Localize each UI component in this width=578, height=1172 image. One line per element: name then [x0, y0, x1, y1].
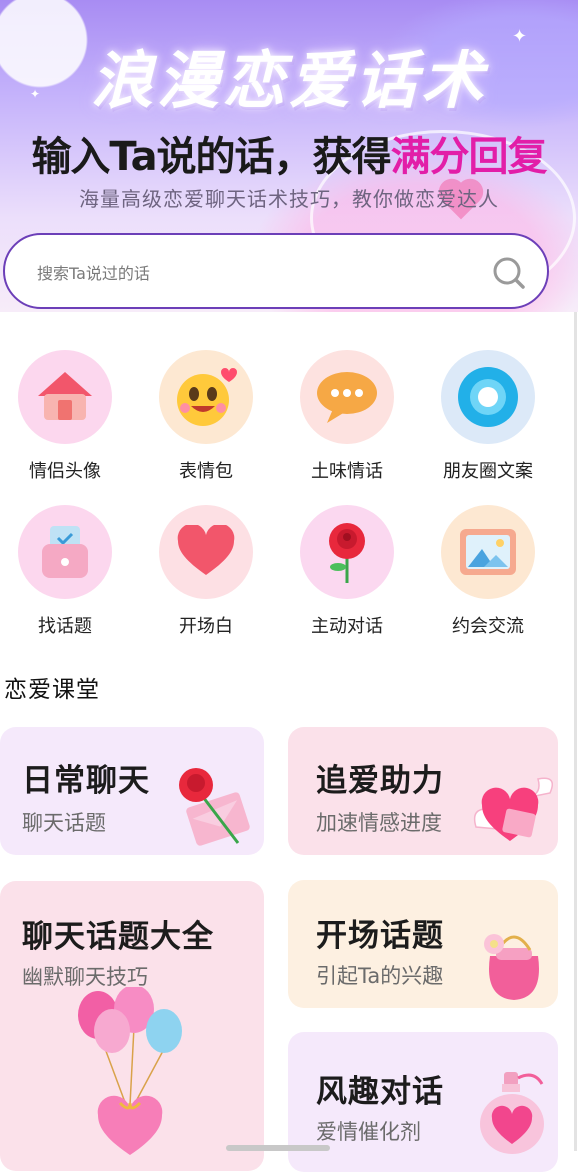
category-find-topics[interactable]: 找话题	[0, 505, 130, 645]
house-icon	[38, 372, 92, 420]
card-subtitle: 引起Ta的兴趣	[316, 964, 444, 988]
winged-heart-icon	[473, 777, 553, 841]
headline: 输入Ta说的话，获得满分回复	[0, 124, 578, 182]
category-date-conversation[interactable]: 约会交流	[423, 505, 553, 645]
icon-background	[159, 350, 253, 444]
rose-envelope-icon	[179, 768, 250, 846]
heart-balloons-icon	[78, 987, 182, 1155]
category-label: 约会交流	[452, 616, 524, 637]
heart-icon	[177, 525, 235, 575]
icon-background	[441, 505, 535, 599]
app-title: 浪漫恋爱话术	[90, 44, 487, 117]
category-moments-captions[interactable]: 朋友圈文案	[423, 350, 553, 490]
icon-background	[18, 350, 112, 444]
category-couple-avatar[interactable]: 情侣头像	[0, 350, 130, 490]
category-label: 土味情话	[311, 461, 383, 482]
camera-lens-icon	[458, 367, 518, 427]
category-label: 朋友圈文案	[443, 461, 533, 482]
card-subtitle: 爱情催化剂	[316, 1120, 421, 1144]
card-love-boost[interactable]: 追爱助力 加速情感进度	[288, 727, 558, 855]
search-input[interactable]	[35, 257, 479, 289]
icon-background	[159, 505, 253, 599]
headline-accent: 满分回复	[390, 134, 548, 180]
headline-main: 输入Ta说的话，获得	[31, 134, 391, 180]
hero-subtitle: 海量高级恋爱聊天话术技巧，教你做恋爱达人	[79, 187, 499, 211]
wallet-icon	[42, 526, 88, 578]
card-title: 开场话题	[316, 918, 444, 954]
card-title: 日常聊天	[22, 763, 150, 799]
card-title: 风趣对话	[316, 1074, 444, 1110]
category-cheesy-love-talk[interactable]: 土味情话	[282, 350, 412, 490]
card-subtitle: 加速情感进度	[316, 811, 442, 835]
card-title: 聊天话题大全	[22, 919, 214, 955]
card-title: 追爱助力	[316, 763, 444, 799]
card-opening-topics[interactable]: 开场话题 引起Ta的兴趣	[288, 880, 558, 1008]
home-indicator[interactable]	[226, 1145, 330, 1151]
scrollbar[interactable]	[574, 312, 577, 1151]
emoji-face-icon	[177, 368, 237, 426]
category-proactive-chat[interactable]: 主动对话	[282, 505, 412, 645]
card-chat-topics-collection[interactable]: 聊天话题大全 幽默聊天技巧	[0, 881, 264, 1171]
category-label: 找话题	[38, 616, 92, 637]
card-daily-chat[interactable]: 日常聊天 聊天话题	[0, 727, 264, 855]
icon-background	[18, 505, 112, 599]
gift-bag-icon	[484, 934, 539, 1000]
heart-perfume-icon	[480, 1072, 544, 1154]
icon-background	[441, 350, 535, 444]
picture-frame-icon	[460, 529, 516, 575]
search-bar[interactable]	[3, 233, 549, 309]
category-opening-lines[interactable]: 开场白	[141, 505, 271, 645]
card-subtitle: 聊天话题	[22, 811, 106, 835]
rose-icon	[329, 523, 365, 583]
category-label: 情侣头像	[29, 461, 101, 482]
category-label: 表情包	[179, 461, 233, 482]
search-icon[interactable]	[491, 255, 527, 291]
icon-background	[300, 505, 394, 599]
category-label: 主动对话	[311, 616, 383, 637]
chat-bubble-icon	[317, 372, 377, 423]
category-label: 开场白	[179, 616, 233, 637]
section-title: 恋爱课堂	[4, 677, 100, 703]
category-stickers[interactable]: 表情包	[141, 350, 271, 490]
card-witty-conversation[interactable]: 风趣对话 爱情催化剂	[288, 1032, 558, 1172]
icon-background	[300, 350, 394, 444]
